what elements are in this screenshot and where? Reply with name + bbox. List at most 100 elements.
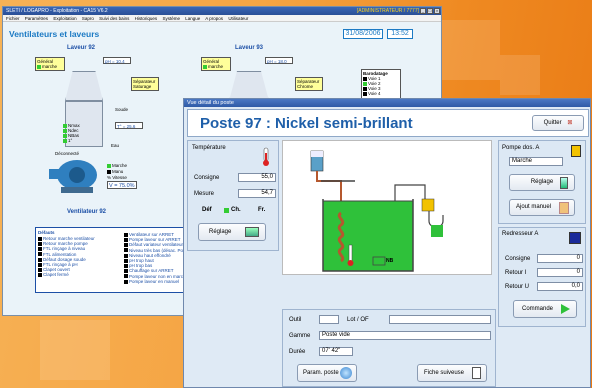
temperature-panel: Température Consigne 55,0 Mesure 54,7 Dé… bbox=[187, 140, 279, 251]
close-icon: ⊠ bbox=[567, 120, 573, 126]
pompe-panel: Pompe dos. A Marche Réglage Ajout manuel bbox=[498, 140, 586, 224]
commande-button[interactable]: Commande bbox=[513, 300, 577, 318]
ajout-manuel-button[interactable]: Ajout manuel bbox=[509, 199, 575, 216]
menu-item[interactable]: Langue bbox=[185, 16, 200, 21]
ch-label: Ch. bbox=[231, 207, 241, 213]
globe-icon bbox=[340, 367, 352, 379]
retour-u-field: 0,0 bbox=[537, 282, 583, 291]
separateur-a: Séparateur Saturage bbox=[131, 77, 159, 91]
station-detail-window: Vue détail du poste Poste 97 : Nickel se… bbox=[183, 98, 591, 388]
duree-field: 07' 42" bbox=[319, 347, 353, 356]
outil-label: Outil bbox=[289, 317, 302, 323]
redresseur-consigne-field[interactable]: 0 bbox=[537, 254, 583, 263]
deconnecte-label: Déconnecté bbox=[55, 151, 80, 156]
general-box-93: Général marche bbox=[201, 57, 231, 71]
menu-item[interactable]: Sapro bbox=[82, 16, 94, 21]
scrubber-hood-93 bbox=[229, 71, 269, 101]
status-indicator bbox=[37, 64, 41, 69]
menu-item[interactable]: Système bbox=[162, 16, 180, 21]
defauts-col1: Retour marche ventilateur Retour marche … bbox=[38, 236, 95, 278]
menu-item[interactable]: Utilisateur bbox=[228, 16, 248, 21]
temperature-title: Température bbox=[192, 145, 226, 151]
separateur-b: Séparateur Chrome bbox=[295, 77, 323, 91]
param-label: Param. poste bbox=[303, 370, 339, 376]
pompe-status-field: Marche bbox=[509, 157, 563, 166]
manu-status: Manu bbox=[112, 169, 124, 174]
fr-label: Fr. bbox=[258, 207, 266, 213]
redresseur-title: Redresseur A bbox=[502, 231, 539, 237]
chauffe-indicator bbox=[224, 208, 229, 213]
retour-u-label: Retour U bbox=[505, 284, 530, 290]
soude-label: Soude bbox=[115, 107, 129, 112]
fiche-suiveuse-button[interactable]: Fiche suiveuse bbox=[417, 364, 487, 382]
menu-item[interactable]: Exploitation bbox=[53, 16, 76, 21]
quit-button[interactable]: Quitter ⊠ bbox=[532, 115, 584, 131]
level-label: 1° bbox=[68, 138, 73, 143]
tank-diagram bbox=[310, 150, 444, 272]
param-poste-button[interactable]: Param. poste bbox=[297, 364, 357, 382]
retour-i-label: Retour I bbox=[505, 270, 527, 276]
date-display: 31/08/2006 bbox=[343, 29, 383, 39]
vitesse-display: V = 75.0% bbox=[107, 181, 137, 189]
title-bar: SLETI / LOGAPRO - Exploitation - CA15 V6… bbox=[3, 7, 441, 15]
general-box: Général marche bbox=[35, 57, 65, 71]
window-title: SLETI / LOGAPRO - Exploitation - CA15 V6… bbox=[6, 8, 108, 14]
ajout-label: Ajout manuel bbox=[516, 204, 552, 210]
menu-item[interactable]: Paramètres bbox=[25, 16, 48, 21]
laveur-92-title: Laveur 92 bbox=[67, 45, 96, 51]
commande-label: Commande bbox=[522, 306, 554, 312]
clipboard-icon bbox=[472, 367, 481, 379]
consigne-label: Consigne bbox=[194, 175, 220, 181]
fault-item: Clapet fermé bbox=[43, 272, 69, 278]
marche-label: marche bbox=[42, 64, 58, 69]
temp-display: T° = 25.6 bbox=[115, 122, 143, 129]
bg-square bbox=[40, 320, 110, 380]
fan-icon bbox=[49, 160, 97, 193]
process-diagram: NB bbox=[282, 140, 492, 275]
hand-icon bbox=[559, 202, 569, 214]
temperature-reglage-button[interactable]: Réglage bbox=[198, 223, 266, 241]
user-role: [ADMINISTRATEUR / 7777] bbox=[356, 8, 419, 14]
fiche-label: Fiche suiveuse bbox=[424, 370, 465, 376]
bg-square bbox=[440, 20, 500, 80]
menu-item[interactable]: Fichier bbox=[6, 16, 20, 21]
ventilateur-92-title: Ventilateur 92 bbox=[67, 209, 107, 215]
dose-icon bbox=[560, 177, 568, 189]
rectifier-icon bbox=[569, 232, 581, 244]
lot-field[interactable] bbox=[389, 315, 491, 324]
pompe-reglage-button[interactable]: Réglage bbox=[509, 174, 575, 191]
gamme-label: Gamme bbox=[289, 333, 311, 339]
menu-item[interactable]: A propos bbox=[205, 16, 223, 21]
marche-status: Marche bbox=[112, 163, 128, 168]
minimize-icon[interactable]: _ bbox=[420, 8, 426, 14]
menu-item[interactable]: Suivi des bains bbox=[99, 16, 129, 21]
reglage-label: Réglage bbox=[530, 179, 554, 185]
maximize-icon[interactable]: □ bbox=[427, 8, 433, 14]
play-icon bbox=[561, 304, 570, 314]
station-title: Poste 97 : Nickel semi-brillant bbox=[200, 115, 413, 132]
tank-level-label: NB bbox=[386, 258, 394, 264]
consigne-field[interactable]: 55,0 bbox=[238, 173, 276, 182]
outil-field[interactable] bbox=[319, 315, 339, 324]
pump-icon bbox=[571, 145, 581, 157]
menu-item[interactable]: Historiques bbox=[135, 16, 158, 21]
time-display: 13:52 bbox=[387, 29, 413, 39]
marche-label: marche bbox=[208, 64, 224, 69]
level-indicators: Nmax Ndec NBas 1° bbox=[63, 123, 80, 143]
page-title: Ventilateurs et laveurs bbox=[9, 29, 100, 39]
mesure-label: Mesure bbox=[194, 191, 215, 197]
voie-label: Voie 4 bbox=[368, 91, 381, 96]
gamme-field[interactable]: Poste vide bbox=[319, 331, 491, 340]
fault-item: Pompe laveur en manuel bbox=[129, 278, 180, 284]
def-label: Déf bbox=[202, 207, 212, 213]
quit-label: Quitter bbox=[543, 120, 562, 126]
laveur-93-title: Laveur 93 bbox=[235, 45, 264, 51]
close-icon[interactable]: × bbox=[434, 8, 440, 14]
reglage-label: Réglage bbox=[209, 229, 232, 235]
eau-label: Eau bbox=[111, 143, 120, 148]
mesure-field: 54,7 bbox=[238, 189, 276, 198]
duree-label: Durée bbox=[289, 349, 306, 355]
scrubber-hood bbox=[65, 71, 103, 101]
ph-display-93: pH = 18.0 bbox=[265, 57, 293, 64]
thermometer-icon bbox=[263, 147, 269, 166]
